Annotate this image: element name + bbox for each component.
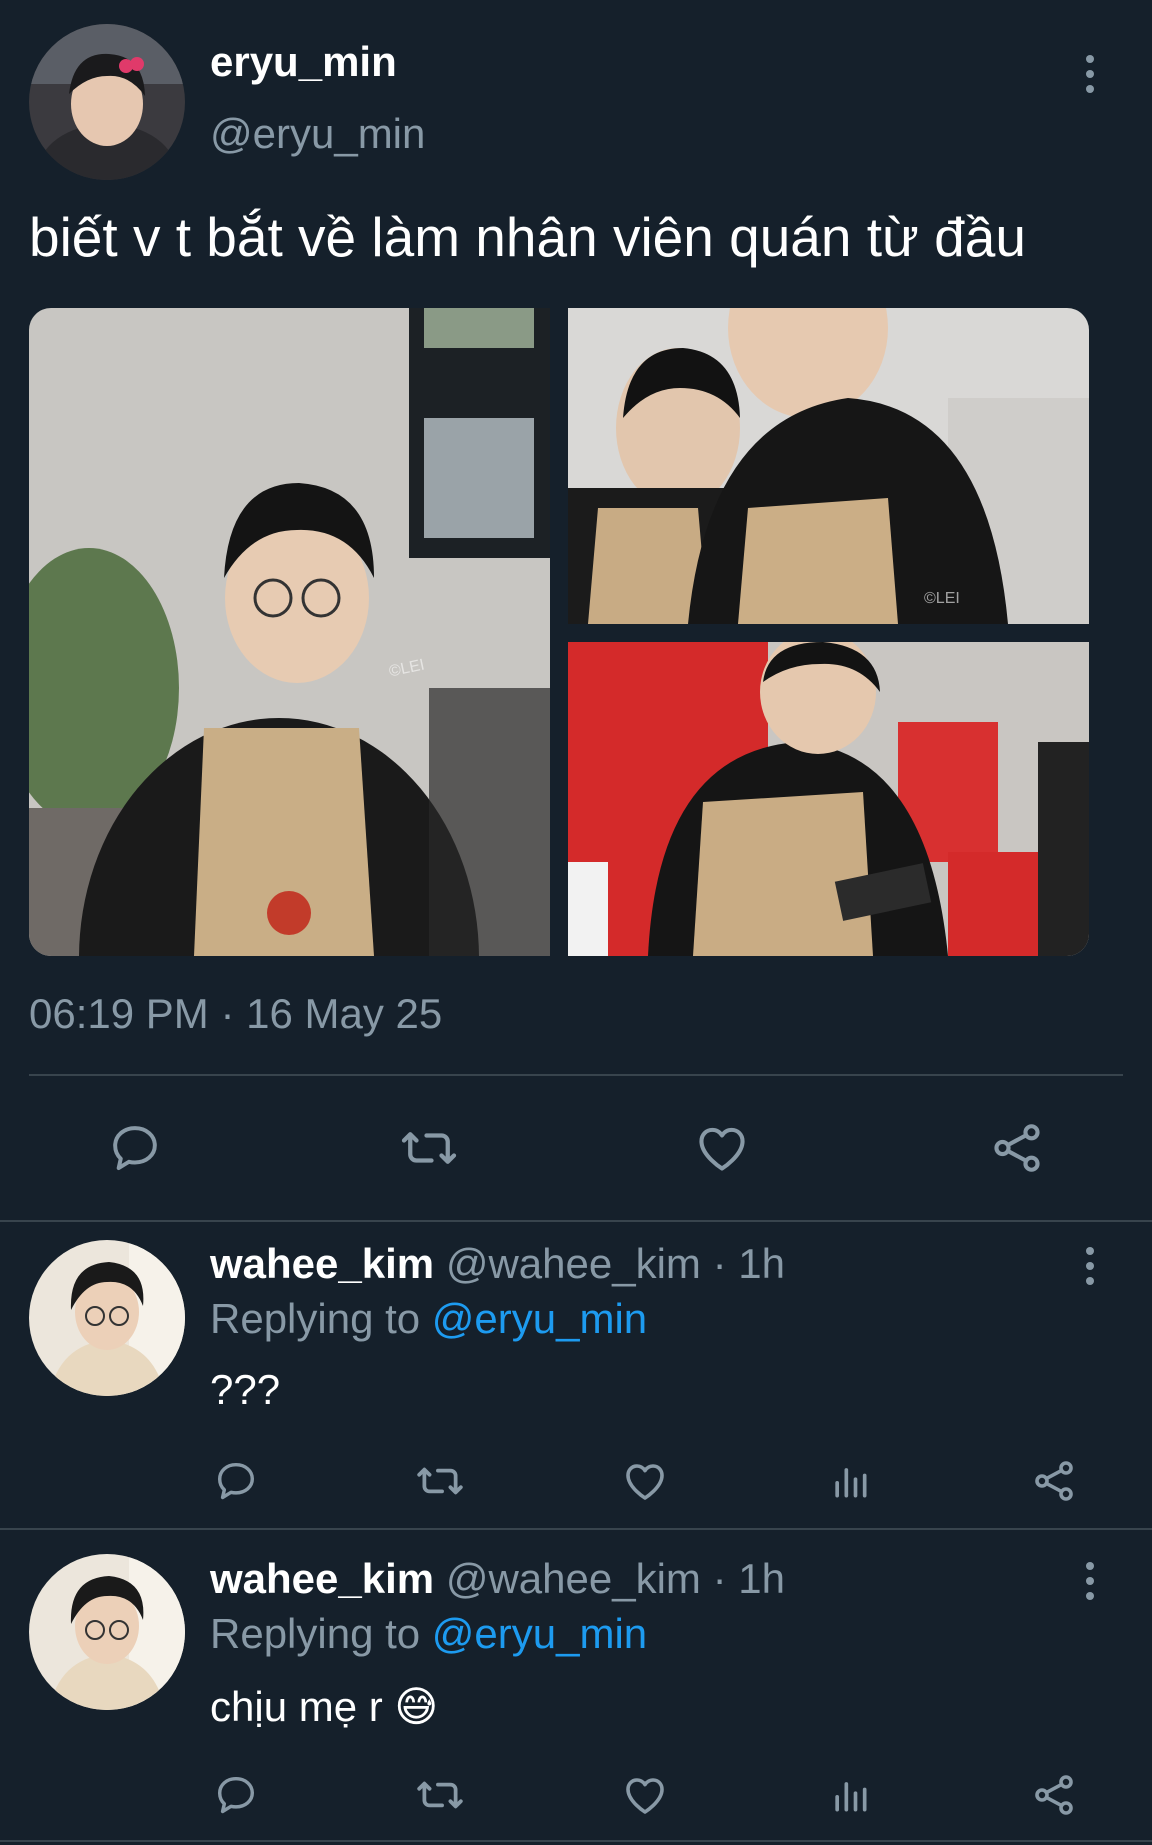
author-name[interactable]: eryu_min <box>210 38 397 86</box>
reply-author-name[interactable]: wahee_kim <box>210 1555 434 1602</box>
tweet-date: 16 May 25 <box>246 990 443 1037</box>
tweet-time: 06:19 PM <box>29 990 209 1037</box>
more-options-icon[interactable] <box>1070 1236 1110 1296</box>
retweet-button[interactable] <box>393 1116 465 1180</box>
separator: · <box>712 1555 727 1602</box>
reply-time: 1h <box>738 1240 785 1287</box>
retweet-icon <box>417 1467 463 1495</box>
divider <box>0 1528 1152 1530</box>
replying-to-line: Replying to @eryu_min <box>210 1610 647 1658</box>
divider <box>0 1220 1152 1222</box>
reply-header: wahee_kim @wahee_kim · 1h <box>210 1240 785 1288</box>
reply-button[interactable] <box>99 1116 171 1180</box>
retweet-button[interactable] <box>414 1769 466 1821</box>
analytics-icon <box>835 1468 867 1498</box>
reply-author-handle[interactable]: @wahee_kim <box>446 1240 701 1287</box>
share-button[interactable] <box>1028 1769 1080 1821</box>
tweet-photo-3[interactable] <box>568 642 1089 956</box>
separator: · <box>220 990 235 1037</box>
divider <box>0 1840 1152 1842</box>
author-avatar[interactable] <box>29 24 185 180</box>
reply-button[interactable] <box>210 1769 262 1821</box>
reply-header: wahee_kim @wahee_kim · 1h <box>210 1555 785 1603</box>
tweet-photo-1[interactable]: ©LEI <box>29 308 550 956</box>
reply-text: chịu mẹ r 😅 <box>210 1683 439 1730</box>
reply-author-handle[interactable]: @wahee_kim <box>446 1555 701 1602</box>
like-icon <box>626 1778 664 1814</box>
share-button[interactable] <box>1028 1455 1080 1507</box>
replying-to-label: Replying to <box>210 1295 421 1342</box>
reply-avatar[interactable] <box>29 1554 185 1710</box>
like-button[interactable] <box>686 1116 758 1180</box>
replying-to-label: Replying to <box>210 1610 421 1657</box>
reply-time: 1h <box>738 1555 785 1602</box>
tweet-text: biết v t bắt về làm nhân viên quán từ đầ… <box>29 206 1026 268</box>
like-button[interactable] <box>619 1455 671 1507</box>
photo-watermark: ©LEI <box>924 590 960 607</box>
retweet-icon <box>417 1781 463 1809</box>
tweet-timestamp: 06:19 PM · 16 May 25 <box>29 990 442 1038</box>
analytics-icon <box>835 1782 867 1812</box>
reply-author-name[interactable]: wahee_kim <box>210 1240 434 1287</box>
reply-icon <box>113 1126 157 1171</box>
replying-to-link[interactable]: @eryu_min <box>432 1295 647 1342</box>
reply-icon <box>217 1776 255 1814</box>
tweet-photo-2[interactable]: ©LEI <box>568 308 1089 624</box>
share-icon <box>1035 1775 1073 1815</box>
analytics-button[interactable] <box>824 1769 876 1821</box>
share-button[interactable] <box>981 1116 1053 1180</box>
more-options-icon[interactable] <box>1070 1551 1110 1611</box>
replying-to-line: Replying to @eryu_min <box>210 1295 647 1343</box>
share-icon <box>994 1124 1040 1172</box>
like-button[interactable] <box>619 1769 671 1821</box>
reply-icon <box>217 1462 255 1500</box>
share-icon <box>1035 1461 1073 1501</box>
reply-text: ??? <box>210 1366 281 1413</box>
like-icon <box>626 1464 664 1500</box>
analytics-button[interactable] <box>824 1455 876 1507</box>
retweet-button[interactable] <box>414 1455 466 1507</box>
separator: · <box>712 1240 727 1287</box>
reply-button[interactable] <box>210 1455 262 1507</box>
more-options-icon[interactable] <box>1070 44 1110 104</box>
replying-to-link[interactable]: @eryu_min <box>432 1610 647 1657</box>
like-icon <box>699 1127 745 1171</box>
divider <box>29 1074 1123 1076</box>
reply-avatar[interactable] <box>29 1240 185 1396</box>
retweet-icon <box>401 1132 457 1164</box>
author-handle[interactable]: @eryu_min <box>210 110 425 158</box>
